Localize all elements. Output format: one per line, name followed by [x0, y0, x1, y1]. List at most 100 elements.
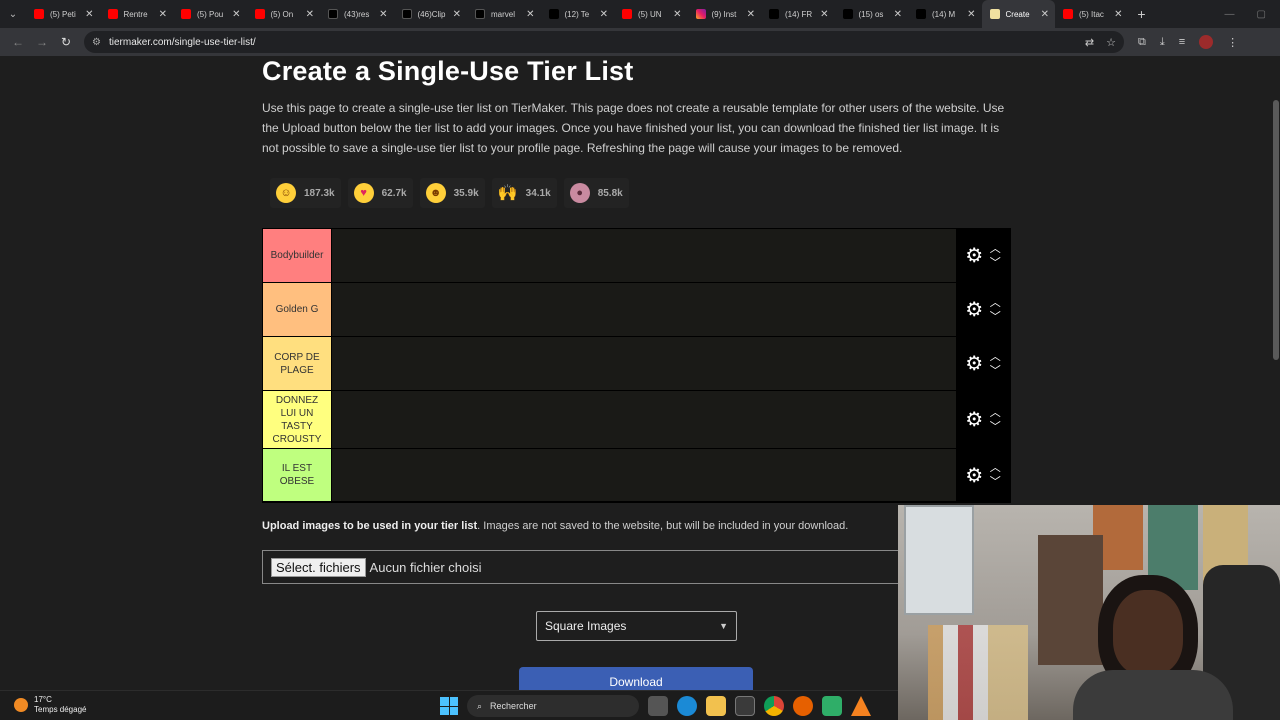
- close-tab-icon[interactable]: ✕: [747, 9, 755, 20]
- minimize-icon[interactable]: —: [1225, 9, 1235, 20]
- forward-button[interactable]: →: [30, 30, 54, 54]
- scrollbar-thumb[interactable]: [1273, 100, 1279, 360]
- bookmark-star-icon[interactable]: ☆: [1106, 36, 1116, 49]
- chevron-up-icon[interactable]: ︿: [990, 407, 1001, 419]
- taskbar-search[interactable]: ⌕ Rechercher: [467, 695, 639, 717]
- download-button[interactable]: Download: [519, 667, 753, 690]
- tier-label[interactable]: Bodybuilder: [263, 229, 331, 282]
- browser-tab[interactable]: (15) os ✕: [835, 0, 909, 28]
- close-tab-icon[interactable]: ✕: [526, 9, 534, 20]
- search-icon: ⌕: [477, 700, 483, 711]
- file-upload-field[interactable]: Sélect. fichiers Aucun fichier choisi: [262, 550, 922, 584]
- close-tab-icon[interactable]: ✕: [894, 9, 902, 20]
- tier-drop-zone[interactable]: [331, 283, 956, 336]
- microsoft-store-icon[interactable]: [735, 696, 755, 716]
- close-tab-icon[interactable]: ✕: [453, 9, 461, 20]
- tier-label[interactable]: DONNEZ LUI UN TASTY CROUSTY: [263, 391, 331, 448]
- page-title: Create a Single-Use Tier List: [262, 56, 634, 86]
- gear-icon[interactable]: ⚙: [965, 407, 983, 432]
- close-tab-icon[interactable]: ✕: [379, 9, 387, 20]
- chevron-down-icon[interactable]: ﹀: [990, 311, 1001, 323]
- gear-icon[interactable]: ⚙: [965, 243, 983, 268]
- browser-tab[interactable]: (12) Te ✕: [541, 0, 615, 28]
- chevron-up-icon[interactable]: ︿: [990, 351, 1001, 363]
- new-tab-button[interactable]: +: [1129, 0, 1155, 28]
- reaction-count: 187.3k: [304, 187, 335, 199]
- weather-widget[interactable]: 17°C Temps dégagé: [14, 695, 86, 715]
- close-tab-icon[interactable]: ✕: [820, 9, 828, 20]
- firefox-browser-icon[interactable]: [793, 696, 813, 716]
- browser-tab[interactable]: marvel ✕: [467, 0, 541, 28]
- windows-start-icon[interactable]: [440, 697, 458, 715]
- tier-drop-zone[interactable]: [331, 449, 956, 501]
- browser-tab[interactable]: (5) Pou ✕: [173, 0, 247, 28]
- tier-drop-zone[interactable]: [331, 337, 956, 390]
- chrome-browser-icon[interactable]: [764, 696, 784, 716]
- chevron-up-icon[interactable]: ︿: [990, 297, 1001, 309]
- address-bar[interactable]: ⚙ tiermaker.com/single-use-tier-list/ ⇄ …: [84, 31, 1124, 53]
- media-controls-icon[interactable]: ≡: [1179, 36, 1185, 48]
- browser-tab[interactable]: (9) Inst ✕: [688, 0, 762, 28]
- browser-tab[interactable]: (5) On ✕: [247, 0, 321, 28]
- site-info-icon[interactable]: ⚙: [92, 37, 101, 48]
- choose-files-button[interactable]: Sélect. fichiers: [271, 557, 366, 577]
- tab-label: (43)res: [344, 9, 370, 19]
- close-tab-icon[interactable]: ✕: [600, 9, 608, 20]
- browser-tab[interactable]: Create ✕: [981, 0, 1055, 28]
- browser-tab[interactable]: (5) Itac ✕: [1055, 0, 1129, 28]
- tab-label: (5) Pou: [197, 9, 224, 19]
- game-app-icon[interactable]: [822, 696, 842, 716]
- gear-icon[interactable]: ⚙: [965, 463, 983, 488]
- close-tab-icon[interactable]: ✕: [85, 9, 93, 20]
- reload-button[interactable]: ↻: [54, 30, 78, 54]
- close-tab-icon[interactable]: ✕: [159, 9, 167, 20]
- reaction-button[interactable]: ● 85.8k: [563, 178, 629, 208]
- page-description: Use this page to create a single-use tie…: [262, 101, 1005, 155]
- gear-icon[interactable]: ⚙: [965, 297, 983, 322]
- browser-menu-icon[interactable]: ⋮: [1227, 36, 1238, 49]
- tab-search-button[interactable]: ⌄: [0, 0, 26, 28]
- browser-tab[interactable]: (5) Peti ✕: [26, 0, 100, 28]
- gear-icon[interactable]: ⚙: [965, 351, 983, 376]
- reaction-button[interactable]: ♥ 62.7k: [347, 178, 413, 208]
- file-explorer-icon[interactable]: [706, 696, 726, 716]
- back-button[interactable]: ←: [6, 30, 30, 54]
- downloads-icon[interactable]: ⤓: [1160, 36, 1165, 49]
- vlc-player-icon[interactable]: [851, 696, 871, 716]
- maximize-icon[interactable]: ▢: [1257, 9, 1266, 20]
- close-tab-icon[interactable]: ✕: [673, 9, 681, 20]
- upload-instructions-bold: Upload images to be used in your tier li…: [262, 520, 478, 532]
- image-mode-select[interactable]: Square Images ▼: [536, 611, 737, 641]
- extensions-icon[interactable]: ⧉: [1138, 36, 1146, 49]
- chevron-down-icon[interactable]: ﹀: [990, 421, 1001, 433]
- browser-tab[interactable]: (5) UN ✕: [614, 0, 688, 28]
- tier-row: IL EST OBESE ⚙ ︿ ﹀: [263, 449, 1010, 502]
- tier-label[interactable]: CORP DE PLAGE: [263, 337, 331, 390]
- tier-label[interactable]: Golden G: [263, 283, 331, 336]
- close-tab-icon[interactable]: ✕: [306, 9, 314, 20]
- browser-tab[interactable]: (14) FR ✕: [761, 0, 835, 28]
- profile-avatar[interactable]: [1199, 35, 1214, 49]
- browser-tab[interactable]: Rentre ✕: [100, 0, 174, 28]
- task-view-icon[interactable]: [648, 696, 668, 716]
- close-tab-icon[interactable]: ✕: [967, 9, 975, 20]
- chevron-down-icon[interactable]: ﹀: [990, 365, 1001, 377]
- browser-tab[interactable]: (14) M ✕: [908, 0, 982, 28]
- chevron-up-icon[interactable]: ︿: [990, 462, 1001, 474]
- close-tab-icon[interactable]: ✕: [1114, 9, 1122, 20]
- reaction-button[interactable]: 🙌 34.1k: [491, 178, 557, 208]
- reaction-button[interactable]: ☺ 187.3k: [270, 178, 341, 208]
- tier-drop-zone[interactable]: [331, 391, 956, 448]
- close-tab-icon[interactable]: ✕: [1041, 9, 1049, 20]
- chevron-up-icon[interactable]: ︿: [990, 243, 1001, 255]
- translate-icon[interactable]: ⇄: [1085, 36, 1094, 49]
- close-tab-icon[interactable]: ✕: [232, 9, 240, 20]
- chevron-down-icon[interactable]: ﹀: [990, 476, 1001, 488]
- tier-drop-zone[interactable]: [331, 229, 956, 282]
- chevron-down-icon[interactable]: ﹀: [990, 257, 1001, 269]
- browser-tab[interactable]: (46)Clip ✕: [394, 0, 468, 28]
- edge-browser-icon[interactable]: [677, 696, 697, 716]
- tier-label[interactable]: IL EST OBESE: [263, 449, 331, 501]
- reaction-button[interactable]: ☻ 35.9k: [419, 178, 485, 208]
- browser-tab[interactable]: (43)res ✕: [320, 0, 394, 28]
